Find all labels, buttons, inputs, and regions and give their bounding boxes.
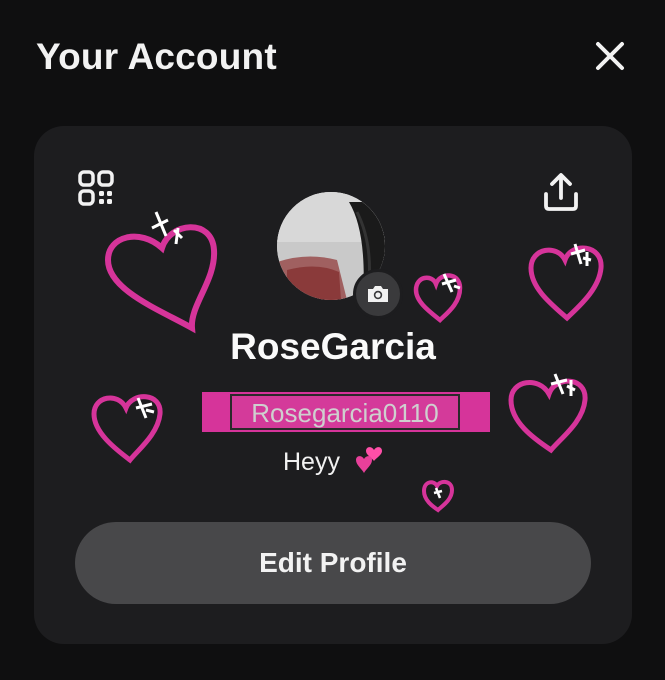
change-photo-button[interactable] (353, 269, 403, 319)
share-button[interactable] (542, 172, 580, 212)
avatar-container (277, 192, 403, 319)
heart-doodle-small-center (413, 273, 463, 324)
heart-doodle-right-top (528, 243, 604, 322)
close-icon (596, 42, 624, 70)
two-hearts-emoji (356, 447, 382, 473)
qr-code-button[interactable] (78, 170, 114, 206)
qr-code-icon (78, 170, 114, 206)
camera-icon (368, 286, 388, 302)
heart-doodle-right-mid (508, 373, 588, 454)
close-button[interactable] (590, 36, 630, 76)
heart-doodle-left-mid (91, 394, 163, 464)
edit-profile-button[interactable]: Edit Profile (75, 522, 591, 604)
heart-doodle-large-left (104, 211, 218, 334)
heart-doodle-tiny (421, 479, 455, 513)
username-handle: Rosegarcia0110 (230, 394, 460, 430)
bio-text: Heyy (283, 448, 340, 476)
share-upload-icon (544, 173, 578, 211)
page-title: Your Account (36, 36, 277, 77)
